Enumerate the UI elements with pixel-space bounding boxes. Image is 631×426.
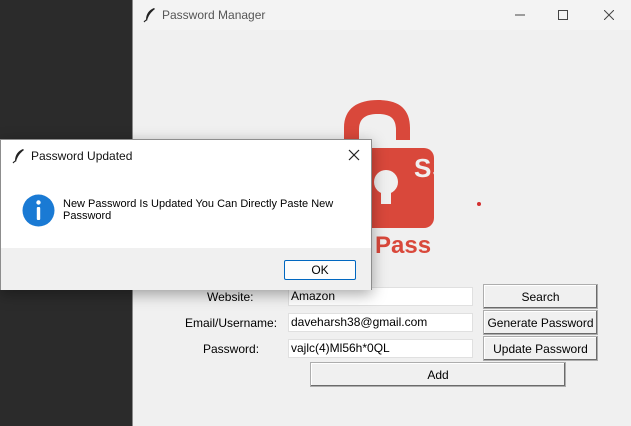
window-title: Password Manager: [162, 8, 266, 22]
dialog-title: Password Updated: [31, 149, 133, 163]
maximize-button[interactable]: [540, 0, 586, 30]
svg-text:SS: SS: [414, 153, 451, 183]
password-input[interactable]: vajlc(4)Ml56h*0QL: [288, 339, 473, 358]
password-updated-dialog: Password Updated New Password Is Updated…: [0, 139, 372, 290]
update-password-button[interactable]: Update Password: [483, 336, 598, 361]
dialog-footer: OK: [1, 248, 371, 290]
add-button[interactable]: Add: [310, 362, 566, 387]
dialog-close-button[interactable]: [341, 142, 367, 168]
info-icon: [22, 194, 55, 227]
email-input[interactable]: daveharsh38@gmail.com: [288, 313, 473, 332]
website-label: Website:: [207, 290, 254, 304]
logo-text: Pass: [375, 232, 431, 259]
generate-password-button[interactable]: Generate Password: [483, 310, 598, 335]
password-label: Password:: [203, 342, 260, 356]
red-dot: [477, 202, 481, 206]
close-button[interactable]: [586, 0, 631, 30]
dialog-title-bar[interactable]: Password Updated: [1, 140, 371, 170]
search-button[interactable]: Search: [483, 284, 598, 309]
dialog-message: New Password Is Updated You Can Directly…: [63, 198, 334, 222]
feather-icon: [143, 7, 157, 23]
email-label: Email/Username:: [185, 316, 278, 330]
title-bar[interactable]: Password Manager: [133, 0, 631, 30]
minimize-button[interactable]: [497, 0, 543, 30]
feather-icon: [12, 148, 26, 164]
ok-button[interactable]: OK: [284, 260, 356, 280]
close-icon: [348, 149, 360, 161]
